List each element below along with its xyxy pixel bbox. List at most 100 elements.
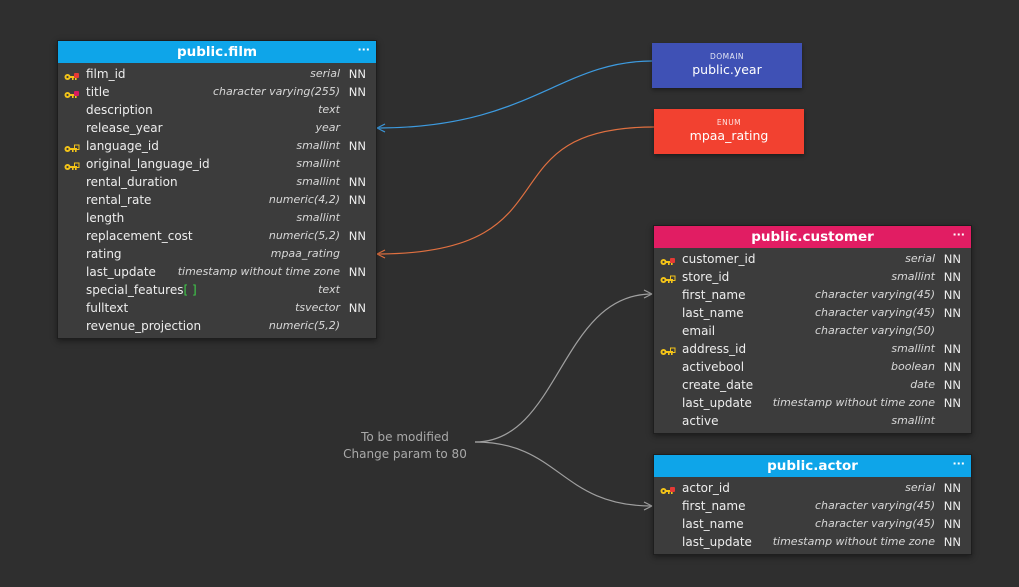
more-options-icon[interactable]: ···	[357, 39, 370, 61]
more-options-icon[interactable]: ···	[952, 453, 965, 475]
table-title: public.actor	[767, 458, 858, 474]
comment-line-2: Change param to 80	[343, 447, 467, 461]
column-row-last-update[interactable]: last_update timestamp without time zone NN	[654, 394, 971, 412]
column-name: fulltext	[86, 299, 128, 317]
not-null-flag: NN	[943, 252, 961, 266]
column-name-text: activebool	[682, 360, 745, 374]
column-name-text: last_name	[682, 517, 744, 531]
not-null-flag: NN	[943, 378, 961, 392]
foreign-key-icon	[660, 344, 676, 355]
column-row-fulltext[interactable]: fulltext tsvector NN	[58, 299, 376, 317]
column-type: timestamp without time zone	[772, 535, 935, 548]
foreign-key-icon	[64, 159, 80, 170]
not-null-flag: NN	[943, 306, 961, 320]
column-name: rental_duration	[86, 173, 178, 191]
column-row-last-update[interactable]: last_update timestamp without time zone NN	[58, 263, 376, 281]
table-title: public.customer	[751, 229, 874, 245]
column-name: active	[682, 412, 718, 430]
column-row-release-year[interactable]: release_year year	[58, 119, 376, 137]
column-type: smallint	[296, 211, 340, 224]
column-name-text: language_id	[86, 139, 159, 153]
column-type: timestamp without time zone	[772, 396, 935, 409]
column-row-film-id[interactable]: film_id serial NN	[58, 65, 376, 83]
comment-link-actor-line	[474, 441, 653, 511]
domain-link-line	[376, 60, 653, 133]
column-name-text: actor_id	[682, 481, 730, 495]
enum-note[interactable]: ENUM mpaa_rating	[654, 109, 804, 154]
column-type: serial	[310, 67, 340, 80]
column-row-first-name[interactable]: first_name character varying(45) NN	[654, 497, 971, 515]
column-row-last-update[interactable]: last_update timestamp without time zone NN	[654, 533, 971, 551]
column-name: first_name	[682, 286, 745, 304]
column-row-revenue-projection[interactable]: revenue_projection numeric(5,2)	[58, 317, 376, 335]
column-row-customer-id[interactable]: customer_id serial NN	[654, 250, 971, 268]
table-header[interactable]: public.customer ···	[654, 226, 971, 248]
column-row-address-id[interactable]: address_id smallint NN	[654, 340, 971, 358]
table-header[interactable]: public.film ···	[58, 41, 376, 63]
column-row-activebool[interactable]: activebool boolean NN	[654, 358, 971, 376]
column-row-language-id[interactable]: language_id smallint NN	[58, 137, 376, 155]
column-row-last-name[interactable]: last_name character varying(45) NN	[654, 515, 971, 533]
unique-key-icon	[64, 87, 80, 98]
column-row-original-language-id[interactable]: original_language_id smallint	[58, 155, 376, 173]
column-name-text: last_update	[682, 535, 752, 549]
column-name-text: film_id	[86, 67, 126, 81]
column-row-rental-duration[interactable]: rental_duration smallint NN	[58, 173, 376, 191]
more-options-icon[interactable]: ···	[952, 224, 965, 246]
column-type: smallint	[891, 270, 935, 283]
column-name: last_update	[86, 263, 156, 281]
column-name-text: email	[682, 324, 716, 338]
not-null-flag: NN	[348, 265, 366, 279]
not-null-flag: NN	[943, 499, 961, 513]
column-name: store_id	[682, 268, 729, 286]
column-type: character varying(45)	[814, 499, 935, 512]
column-name-text: replacement_cost	[86, 229, 193, 243]
column-row-rating[interactable]: rating mpaa_rating	[58, 245, 376, 263]
comment-note[interactable]: To be modified Change param to 80	[330, 429, 480, 463]
column-row-create-date[interactable]: create_date date NN	[654, 376, 971, 394]
column-row-special-features[interactable]: special_features[ ] text	[58, 281, 376, 299]
table-header[interactable]: public.actor ···	[654, 455, 971, 477]
column-type: year	[315, 121, 340, 134]
column-type: serial	[905, 481, 935, 494]
not-null-flag: NN	[348, 139, 366, 153]
column-name: release_year	[86, 119, 163, 137]
column-row-last-name[interactable]: last_name character varying(45) NN	[654, 304, 971, 322]
column-name: activebool	[682, 358, 744, 376]
column-name-text: special_features	[86, 283, 184, 297]
note-name: mpaa_rating	[689, 128, 769, 143]
not-null-flag: NN	[348, 85, 366, 99]
column-row-length[interactable]: length smallint	[58, 209, 376, 227]
column-type: text	[318, 103, 340, 116]
column-type: tsvector	[295, 301, 340, 314]
column-row-first-name[interactable]: first_name character varying(45) NN	[654, 286, 971, 304]
column-row-store-id[interactable]: store_id smallint NN	[654, 268, 971, 286]
primary-key-icon	[660, 254, 676, 265]
column-row-email[interactable]: email character varying(50)	[654, 322, 971, 340]
column-name: actor_id	[682, 479, 730, 497]
column-name-text: address_id	[682, 342, 747, 356]
column-type: numeric(5,2)	[268, 229, 340, 242]
column-row-description[interactable]: description text	[58, 101, 376, 119]
column-row-rental-rate[interactable]: rental_rate numeric(4,2) NN	[58, 191, 376, 209]
not-null-flag: NN	[943, 288, 961, 302]
column-name-text: release_year	[86, 121, 163, 135]
column-type: mpaa_rating	[270, 247, 340, 260]
column-name: email	[682, 322, 715, 340]
column-row-actor-id[interactable]: actor_id serial NN	[654, 479, 971, 497]
table-film[interactable]: public.film ··· film_id serial NN title char…	[57, 40, 377, 339]
foreign-key-icon	[660, 272, 676, 283]
not-null-flag: NN	[943, 342, 961, 356]
column-row-active[interactable]: active smallint	[654, 412, 971, 430]
not-null-flag: NN	[348, 301, 366, 315]
column-row-title[interactable]: title character varying(255) NN	[58, 83, 376, 101]
column-type: text	[318, 283, 340, 296]
table-customer[interactable]: public.customer ··· customer_id serial NN s…	[653, 225, 972, 434]
column-type: smallint	[296, 175, 340, 188]
not-null-flag: NN	[348, 229, 366, 243]
domain-note[interactable]: DOMAIN public.year	[652, 43, 802, 88]
column-row-replacement-cost[interactable]: replacement_cost numeric(5,2) NN	[58, 227, 376, 245]
array-brackets: [ ]	[183, 283, 197, 297]
table-actor[interactable]: public.actor ··· actor_id serial NN first_n…	[653, 454, 972, 555]
column-name: rating	[86, 245, 122, 263]
